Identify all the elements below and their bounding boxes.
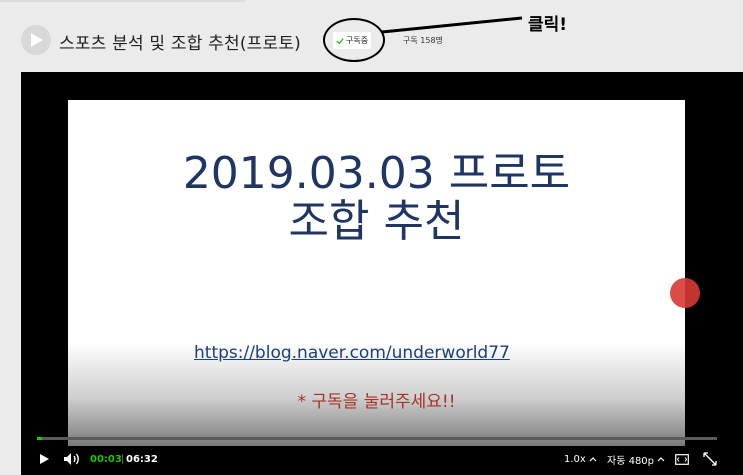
cursor-highlight [670, 278, 700, 308]
quality-label: 자동 480p [607, 455, 655, 467]
slide-cta: * 구독을 눌러주세요!! [297, 392, 456, 412]
annotation-arrow [381, 16, 523, 34]
slide-link: https://blog.naver.com/underworld77 [194, 343, 510, 363]
chevron-up-icon [589, 457, 597, 462]
progress-bar[interactable] [37, 437, 717, 440]
play-icon [40, 454, 49, 464]
channel-avatar[interactable] [21, 25, 51, 55]
channel-header: 스포츠 분석 및 조합 추천(프로토) 구독중 구독 158명 클릭! [0, 0, 743, 72]
annotation-text: 클릭! [528, 15, 568, 35]
slide-title-line2: 조합 추천 [288, 196, 465, 247]
slide-title-line1: 2019.03.03 프로토 [182, 148, 571, 199]
theater-mode-button[interactable] [675, 448, 689, 470]
speed-label: 1.0x [564, 453, 586, 465]
volume-icon [64, 453, 79, 465]
chevron-up-icon [657, 457, 665, 462]
fullscreen-button[interactable] [703, 448, 717, 470]
quality-button[interactable]: 자동 480p [607, 448, 665, 470]
volume-button[interactable] [63, 448, 81, 470]
play-icon [31, 33, 43, 47]
play-button[interactable] [38, 448, 50, 470]
fullscreen-icon [703, 452, 717, 466]
page: 스포츠 분석 및 조합 추천(프로토) 구독중 구독 158명 클릭! 2019… [0, 0, 743, 475]
theater-mode-icon [675, 453, 689, 465]
video-player[interactable]: 2019.03.03 프로토 조합 추천 https://blog.naver.… [21, 72, 743, 475]
progress-fill [37, 437, 43, 440]
time-separator: | [121, 453, 125, 465]
speed-button[interactable]: 1.0x [564, 448, 597, 470]
player-controls: 00:03 | 06:32 1.0x 자동 480p [21, 448, 743, 470]
annotation-circle [323, 18, 385, 62]
video-frame: 2019.03.03 프로토 조합 추천 https://blog.naver.… [68, 100, 685, 446]
current-time: 00:03 [90, 453, 122, 465]
total-time: 06:32 [126, 453, 158, 465]
channel-title[interactable]: 스포츠 분석 및 조합 추천(프로토) [59, 29, 301, 54]
